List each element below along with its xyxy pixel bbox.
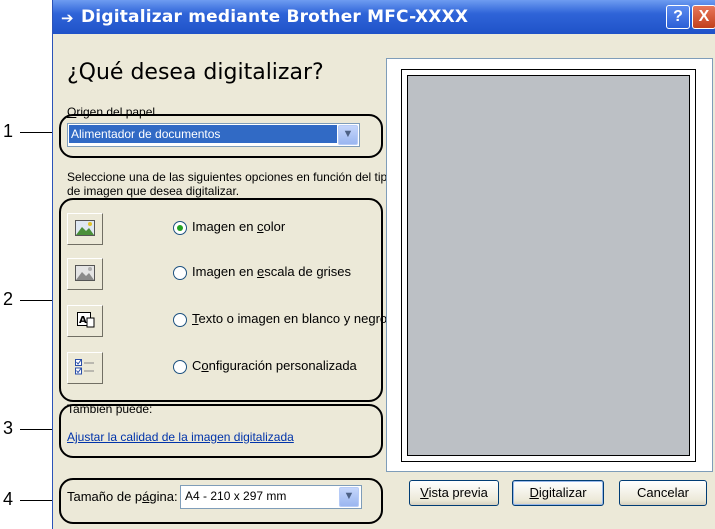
window-title: Digitalizar mediante Brother MFC-XXXX [81,7,469,27]
instructions-text: Seleccione una de las siguientes opcione… [67,170,394,198]
callout-box-2 [59,198,383,402]
page-heading: ¿Qué desea digitalizar? [67,60,324,85]
scan-button[interactable]: Digitalizar [512,480,604,506]
callout-number-1: 1 [3,121,14,141]
preview-button[interactable]: Vista previa [409,480,499,506]
callout-box-4 [59,478,383,524]
preview-scan-area[interactable] [407,75,690,456]
preview-page [401,69,696,462]
callout-number-2: 2 [3,289,14,309]
title-bar[interactable]: ➔ Digitalizar mediante Brother MFC-XXXX … [53,0,715,34]
scan-arrow-icon: ➔ [61,9,74,27]
callout-number-4: 4 [3,489,14,509]
callout-number-3: 3 [3,418,14,438]
close-button[interactable]: X [692,5,715,29]
preview-panel [386,58,713,472]
callout-box-3 [59,404,383,458]
cancel-button[interactable]: Cancelar [619,480,707,506]
callout-box-1 [59,114,383,158]
help-button[interactable]: ? [666,5,690,29]
